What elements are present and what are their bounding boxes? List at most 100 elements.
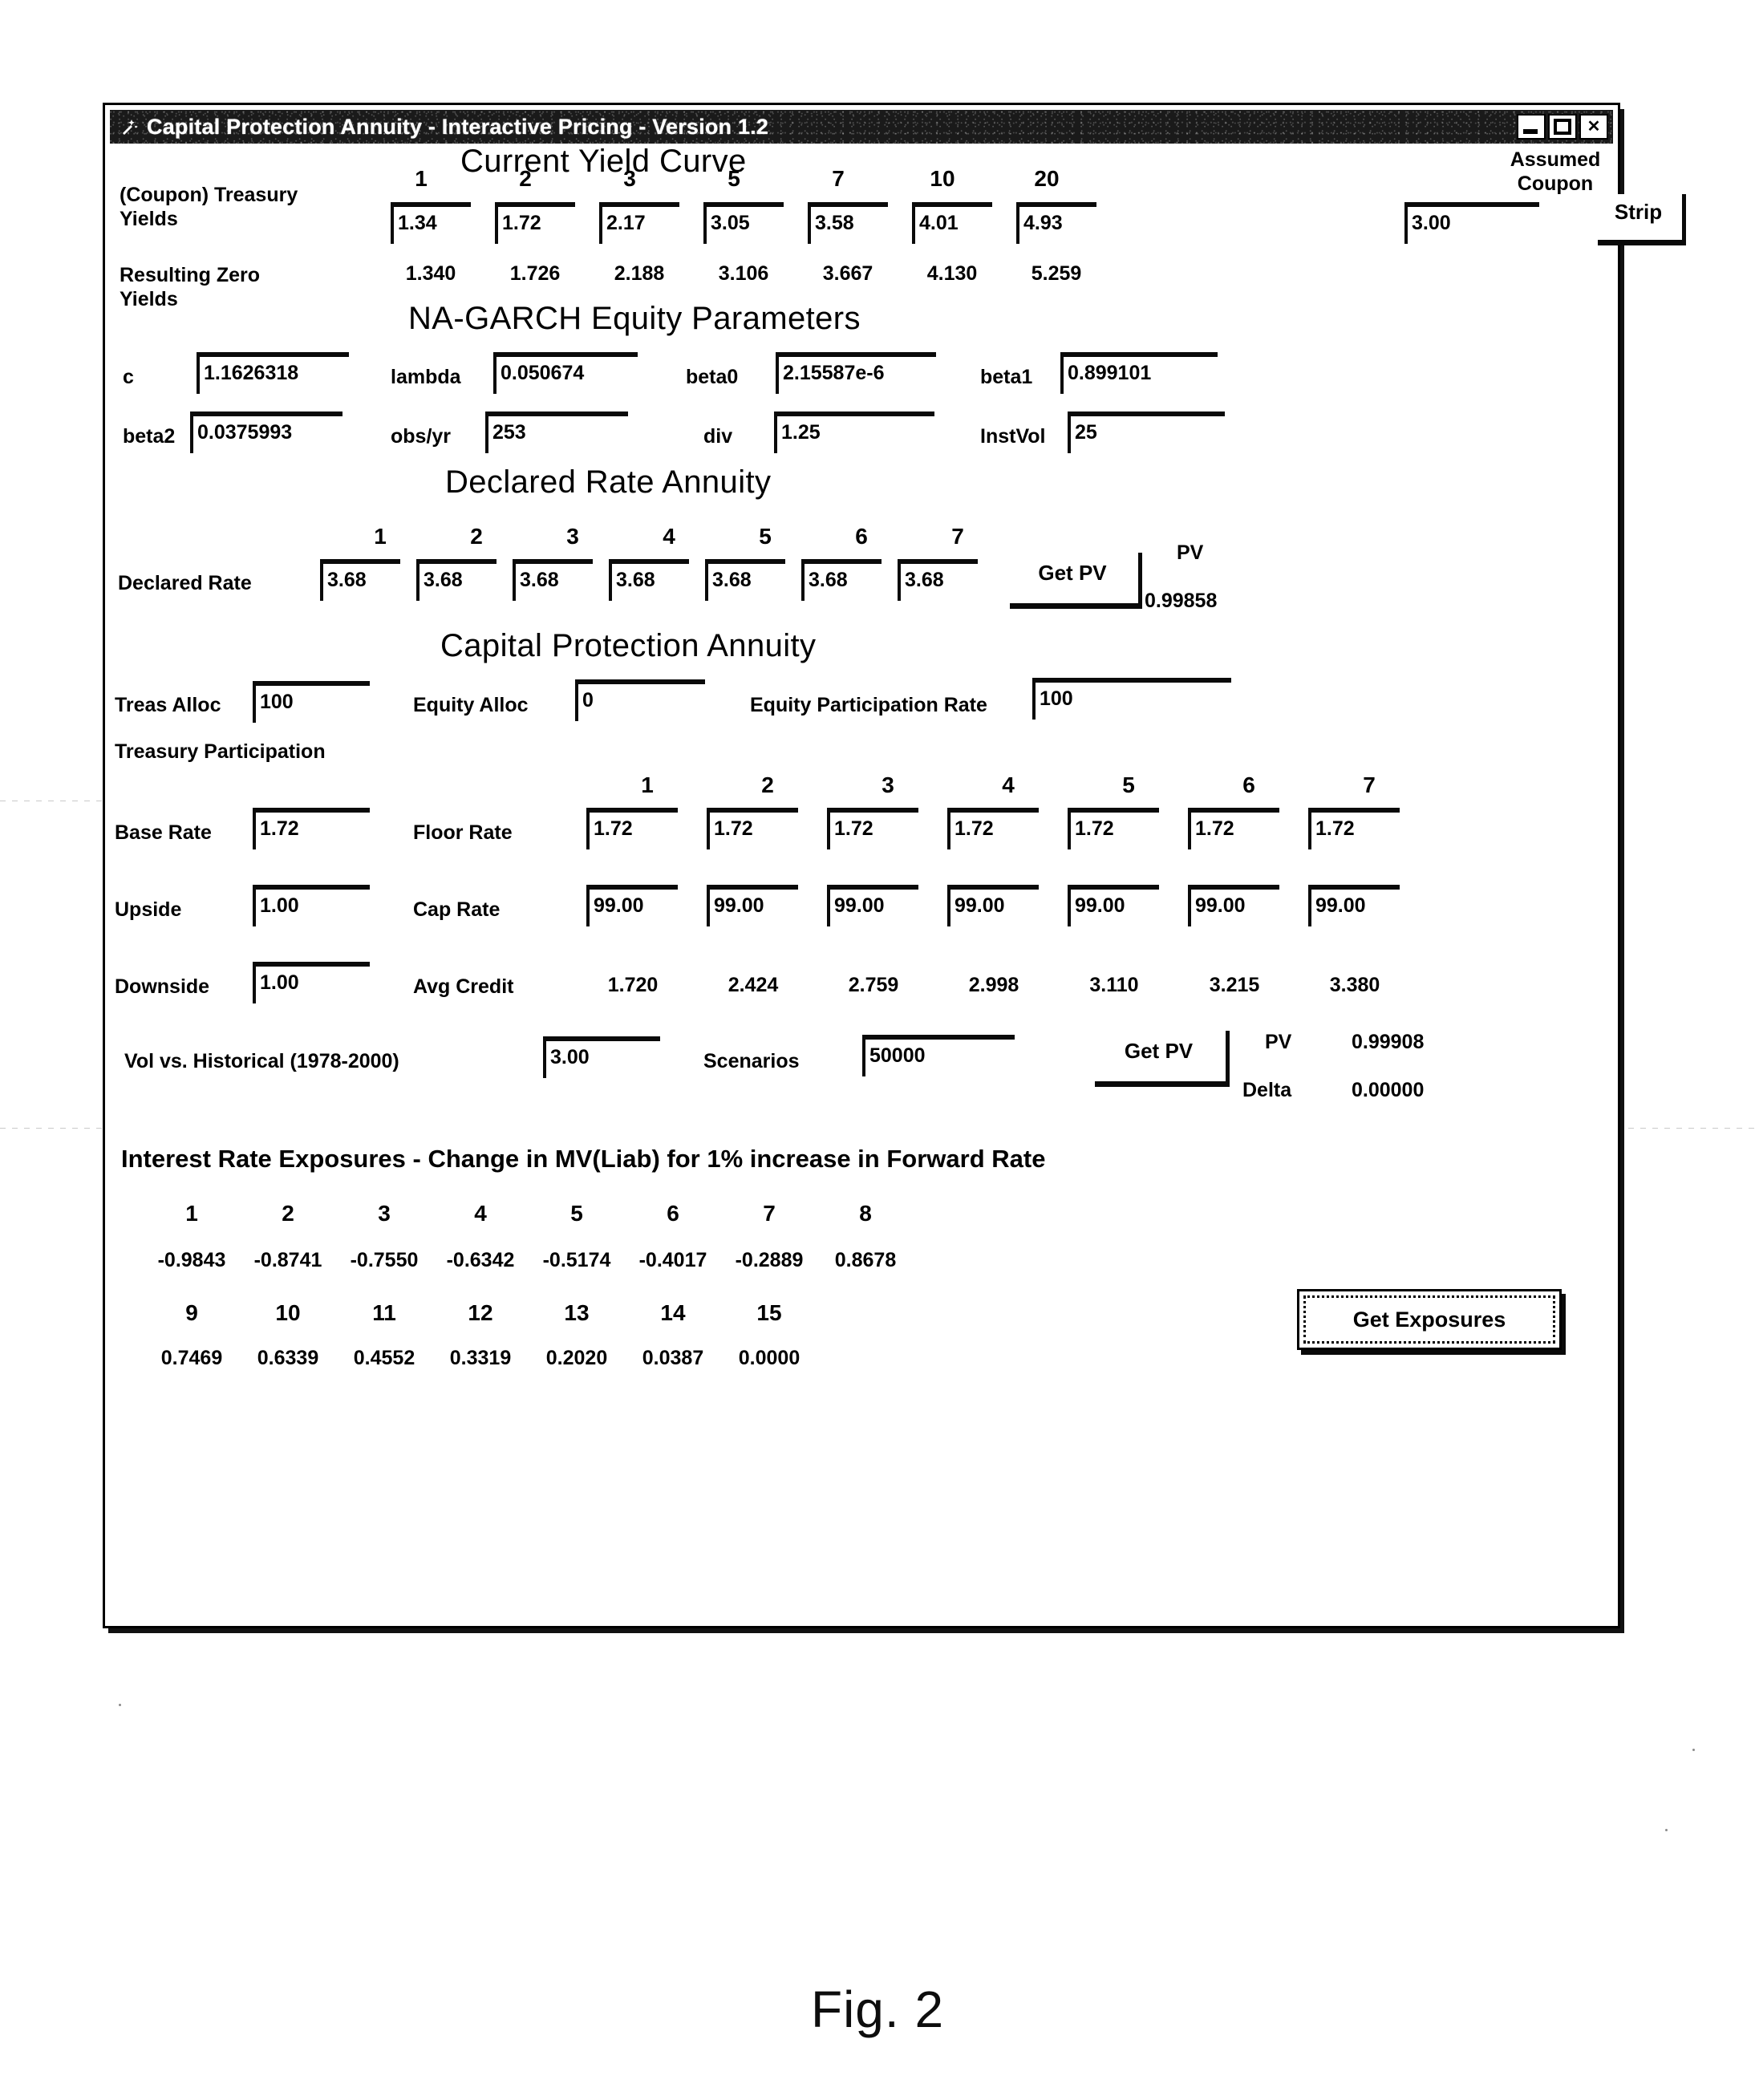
- equity-participation-rate-value: 100: [1040, 687, 1073, 710]
- treasury-yield-input-5[interactable]: 3.58: [808, 202, 888, 244]
- declared-rate-input-7[interactable]: 3.68: [898, 559, 978, 601]
- declared-rate-input-5[interactable]: 3.68: [705, 559, 785, 601]
- declared-rate-annuity-title: Declared Rate Annuity: [445, 464, 772, 500]
- garch-beta0-input[interactable]: 2.15587e-6: [776, 352, 936, 394]
- cap-rate-input-6[interactable]: 99.00: [1188, 885, 1279, 926]
- declared-rate-input-4[interactable]: 3.68: [609, 559, 689, 601]
- zero-yield-value-7: 5.259: [1031, 262, 1082, 285]
- garch-beta2-input[interactable]: 0.0375993: [190, 411, 342, 453]
- cap-rate-value: 99.00: [1195, 894, 1246, 917]
- garch-beta2-label: beta2: [123, 425, 176, 448]
- strip-button[interactable]: Strip: [1598, 194, 1686, 245]
- downside-input[interactable]: 1.00: [253, 962, 370, 1003]
- treas-alloc-value: 100: [260, 691, 294, 713]
- garch-c-input[interactable]: 1.1626318: [197, 352, 349, 394]
- vol-vs-historical-label: Vol vs. Historical (1978-2000): [124, 1050, 399, 1072]
- garch-lambda-label: lambda: [391, 366, 461, 388]
- na-garch-title: NA-GARCH Equity Parameters: [408, 301, 861, 336]
- garch-obsyr-label: obs/yr: [391, 425, 452, 448]
- cap-rate-input-4[interactable]: 99.00: [947, 885, 1039, 926]
- upside-input[interactable]: 1.00: [253, 885, 370, 926]
- floor-rate-input-6[interactable]: 1.72: [1188, 808, 1279, 849]
- exposure-value-15: 0.0000: [738, 1347, 800, 1369]
- declared-rate-value: 3.68: [520, 569, 559, 591]
- garch-instvol-input[interactable]: 25: [1068, 411, 1225, 453]
- cap-rate-label: Cap Rate: [413, 898, 501, 921]
- cap-rate-input-7[interactable]: 99.00: [1308, 885, 1400, 926]
- treas-alloc-input[interactable]: 100: [253, 681, 370, 723]
- cap-rate-input-3[interactable]: 99.00: [827, 885, 918, 926]
- treasury-yield-input-1[interactable]: 1.34: [391, 202, 471, 244]
- garch-div-label: div: [703, 425, 733, 448]
- base-rate-input[interactable]: 1.72: [253, 808, 370, 849]
- minimize-button[interactable]: [1517, 114, 1546, 140]
- treasury-yield-input-4[interactable]: 3.05: [703, 202, 784, 244]
- treasury-yield-value: 4.93: [1023, 212, 1063, 234]
- exposure-value-7: -0.2889: [735, 1249, 804, 1271]
- floor-rate-input-7[interactable]: 1.72: [1308, 808, 1400, 849]
- upside-label: Upside: [115, 898, 182, 921]
- cpa-get-pv-button[interactable]: Get PV: [1095, 1031, 1230, 1087]
- avg-credit-value-1: 1.720: [607, 974, 659, 996]
- declared-rate-get-pv-button[interactable]: Get PV: [1010, 553, 1142, 609]
- garch-beta1-input[interactable]: 0.899101: [1060, 352, 1218, 394]
- resulting-zero-label-line1: Resulting Zero: [120, 264, 261, 286]
- declared-rate-input-2[interactable]: 3.68: [416, 559, 497, 601]
- declared-rate-input-6[interactable]: 3.68: [801, 559, 882, 601]
- treasury-yield-value: 1.72: [502, 212, 541, 234]
- exposure-column-header: 1: [185, 1201, 198, 1226]
- vol-vs-historical-input[interactable]: 3.00: [543, 1036, 660, 1078]
- garch-obsyr-value: 253: [492, 421, 526, 444]
- close-button[interactable]: ✕: [1579, 114, 1608, 140]
- zero-yield-value-5: 3.667: [822, 262, 873, 285]
- treas-alloc-label: Treas Alloc: [115, 694, 221, 716]
- garch-lambda-input[interactable]: 0.050674: [493, 352, 638, 394]
- cap-rate-value: 99.00: [834, 894, 885, 917]
- treasury-yield-input-6[interactable]: 4.01: [912, 202, 992, 244]
- cap-rate-input-2[interactable]: 99.00: [707, 885, 798, 926]
- equity-alloc-input[interactable]: 0: [575, 679, 705, 721]
- cpa-pv-label: PV: [1265, 1031, 1292, 1053]
- floor-rate-input-4[interactable]: 1.72: [947, 808, 1039, 849]
- equity-participation-rate-input[interactable]: 100: [1032, 678, 1231, 720]
- declared-rate-column-header: 1: [374, 524, 387, 549]
- treasury-yield-input-2[interactable]: 1.72: [495, 202, 575, 244]
- maximize-button[interactable]: [1548, 114, 1577, 140]
- garch-c-label: c: [123, 366, 134, 388]
- garch-obsyr-input[interactable]: 253: [485, 411, 628, 453]
- exposure-value-11: 0.4552: [353, 1347, 415, 1369]
- treasury-yield-input-7[interactable]: 4.93: [1016, 202, 1096, 244]
- base-rate-label: Base Rate: [115, 821, 212, 844]
- declared-rate-input-1[interactable]: 3.68: [320, 559, 400, 601]
- floor-rate-input-2[interactable]: 1.72: [707, 808, 798, 849]
- avg-credit-value-6: 3.215: [1209, 974, 1260, 996]
- exposure-value-4: -0.6342: [446, 1249, 515, 1271]
- participation-column-header: 4: [1002, 772, 1015, 797]
- exposure-value-14: 0.0387: [642, 1347, 704, 1369]
- get-exposures-button[interactable]: Get Exposures: [1297, 1289, 1562, 1350]
- garch-div-input[interactable]: 1.25: [774, 411, 934, 453]
- exposure-column-header: 13: [564, 1300, 590, 1325]
- floor-rate-value: 1.72: [1315, 817, 1355, 840]
- garch-lambda-value: 0.050674: [501, 362, 585, 384]
- cap-rate-input-5[interactable]: 99.00: [1068, 885, 1159, 926]
- floor-rate-input-1[interactable]: 1.72: [586, 808, 678, 849]
- garch-instvol-value: 25: [1075, 421, 1097, 444]
- exposure-column-header: 2: [282, 1201, 294, 1226]
- cap-rate-value: 99.00: [1315, 894, 1366, 917]
- scenarios-input[interactable]: 50000: [862, 1035, 1015, 1076]
- scan-artifact-line: [0, 1128, 103, 1129]
- floor-rate-input-5[interactable]: 1.72: [1068, 808, 1159, 849]
- assumed-coupon-input[interactable]: 3.00: [1404, 202, 1539, 244]
- maturity-header: 3: [623, 166, 636, 191]
- declared-rate-column-header: 4: [663, 524, 675, 549]
- zero-yield-value-6: 4.130: [926, 262, 978, 285]
- declared-rate-input-3[interactable]: 3.68: [513, 559, 593, 601]
- declared-rate-pv-label: PV: [1177, 541, 1204, 564]
- floor-rate-input-3[interactable]: 1.72: [827, 808, 918, 849]
- treasury-participation-label: Treasury Participation: [115, 740, 326, 763]
- title-bar[interactable]: Capital Protection Annuity - Interactive…: [110, 110, 1613, 144]
- cap-rate-input-1[interactable]: 99.00: [586, 885, 678, 926]
- avg-credit-value-5: 3.110: [1089, 974, 1139, 996]
- treasury-yield-input-3[interactable]: 2.17: [599, 202, 679, 244]
